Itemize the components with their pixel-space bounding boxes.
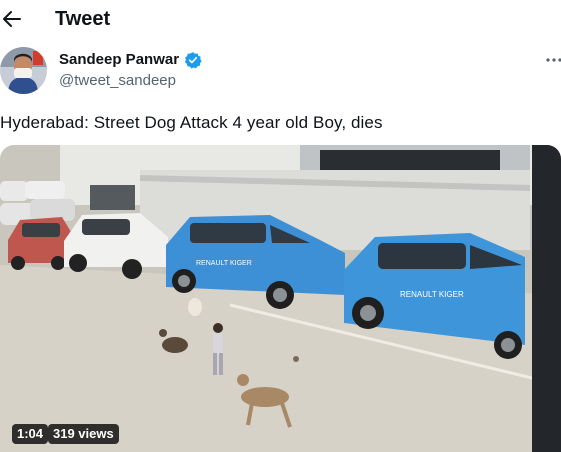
more-icon [546,58,561,62]
top-bar: Tweet [0,0,561,40]
author-handle[interactable]: @tweet_sandeep [59,72,176,89]
car-decal-text-2: RENAULT KIGER [400,290,464,299]
verified-badge-icon [184,51,202,69]
video-duration: 1:04 [12,424,49,444]
arrow-left-icon [3,11,21,27]
page-title: Tweet [55,8,111,30]
more-options-button[interactable] [545,50,561,70]
car-decal-text: RENAULT KIGER [196,260,252,267]
tweet-text: Hyderabad: Street Dog Attack 4 year old … [0,113,383,132]
avatar[interactable] [0,47,47,94]
video-player[interactable]: RENAULT KIGER RENAULT KIGER [0,145,561,452]
author-name[interactable]: Sandeep Panwar [59,51,179,68]
video-view-count: 319 views [48,424,119,444]
back-button[interactable] [2,8,22,30]
